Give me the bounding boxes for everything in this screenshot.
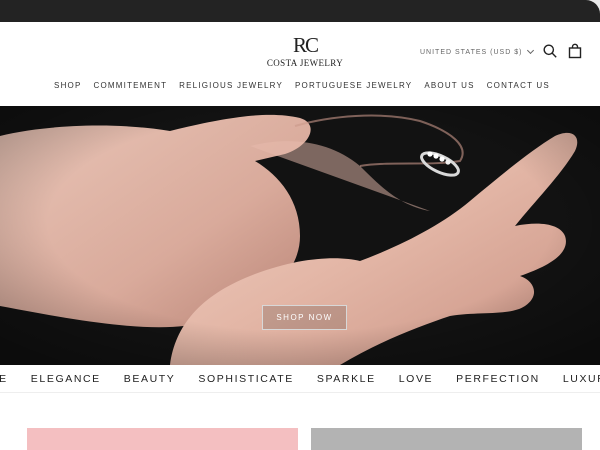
nav-item-about-us[interactable]: ABOUT US: [424, 80, 474, 94]
chevron-down-icon: [527, 46, 535, 55]
marquee-word: CE: [0, 373, 8, 385]
logo-monogram: RC: [292, 33, 319, 57]
nav-item-portuguese-jewelry[interactable]: PORTUGUESE JEWELRY: [295, 80, 412, 94]
logo-wordmark: Costa Jewelry: [266, 58, 344, 68]
search-icon[interactable]: [542, 43, 558, 59]
marquee-word: PERFECTION: [456, 373, 540, 385]
collections-section: [0, 393, 600, 450]
currency-label: UNITED STATES (USD $): [420, 48, 523, 56]
nav-item-shop[interactable]: SHOP: [54, 80, 81, 94]
shop-now-button[interactable]: SHOP NOW: [262, 305, 347, 330]
marquee-word: SPARKLE: [316, 373, 376, 385]
keyword-marquee: CE ELEGANCE BEAUTY SOPHISTICATE SPARKLE …: [0, 365, 600, 393]
marquee-word: LUXURY: [562, 373, 600, 385]
hero-banner: SHOP NOW: [0, 106, 600, 365]
marquee-word: BEAUTY: [123, 373, 176, 385]
top-bar: [0, 0, 600, 22]
nav-item-contact-us[interactable]: CONTACT US: [487, 80, 550, 94]
marquee-word: ELEGANCE: [30, 373, 101, 385]
site-header: RC Costa Jewelry UNITED STATES (USD $) S…: [0, 22, 600, 106]
currency-selector[interactable]: UNITED STATES (USD $): [420, 46, 535, 58]
browser-window: RC Costa Jewelry UNITED STATES (USD $) S…: [0, 0, 600, 450]
marquee-track: CE ELEGANCE BEAUTY SOPHISTICATE SPARKLE …: [0, 372, 600, 386]
shopping-bag-icon[interactable]: [567, 43, 583, 59]
brand-logo[interactable]: RC Costa Jewelry: [262, 34, 348, 78]
marquee-word: SOPHISTICATE: [198, 373, 294, 385]
marquee-word: LOVE: [398, 373, 434, 385]
collection-card-gray[interactable]: [311, 428, 582, 450]
nav-item-commitment[interactable]: COMMITEMENT: [94, 80, 168, 94]
nav-item-religious-jewelry[interactable]: RELIGIOUS JEWELRY: [179, 80, 283, 94]
main-navigation: SHOP COMMITEMENT RELIGIOUS JEWELRY PORTU…: [0, 80, 600, 94]
collection-card-pink[interactable]: [27, 428, 298, 450]
